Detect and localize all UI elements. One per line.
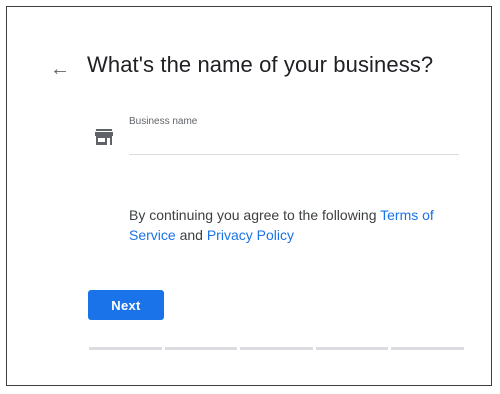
terms-text: By continuing you agree to the following…	[129, 205, 459, 245]
progress-segment	[240, 347, 313, 350]
progress-segment	[391, 347, 464, 350]
page-title: What's the name of your business?	[87, 52, 434, 77]
terms-conjunction: and	[175, 227, 207, 243]
privacy-policy-link[interactable]: Privacy Policy	[207, 227, 294, 243]
progress-segment	[315, 347, 389, 350]
back-button[interactable]: ←	[47, 59, 73, 79]
business-name-label: Business name	[129, 116, 198, 127]
business-name-input[interactable]	[129, 133, 459, 155]
arrow-left-icon: ←	[50, 58, 70, 80]
next-button[interactable]: Next	[88, 290, 164, 320]
dialog-frame: ← What's the name of your business? Busi…	[6, 6, 492, 386]
terms-prefix: By continuing you agree to the following	[129, 207, 381, 223]
store-icon	[95, 129, 113, 145]
progress-bar	[89, 347, 464, 350]
progress-segment	[164, 347, 238, 350]
progress-segment	[89, 347, 162, 350]
